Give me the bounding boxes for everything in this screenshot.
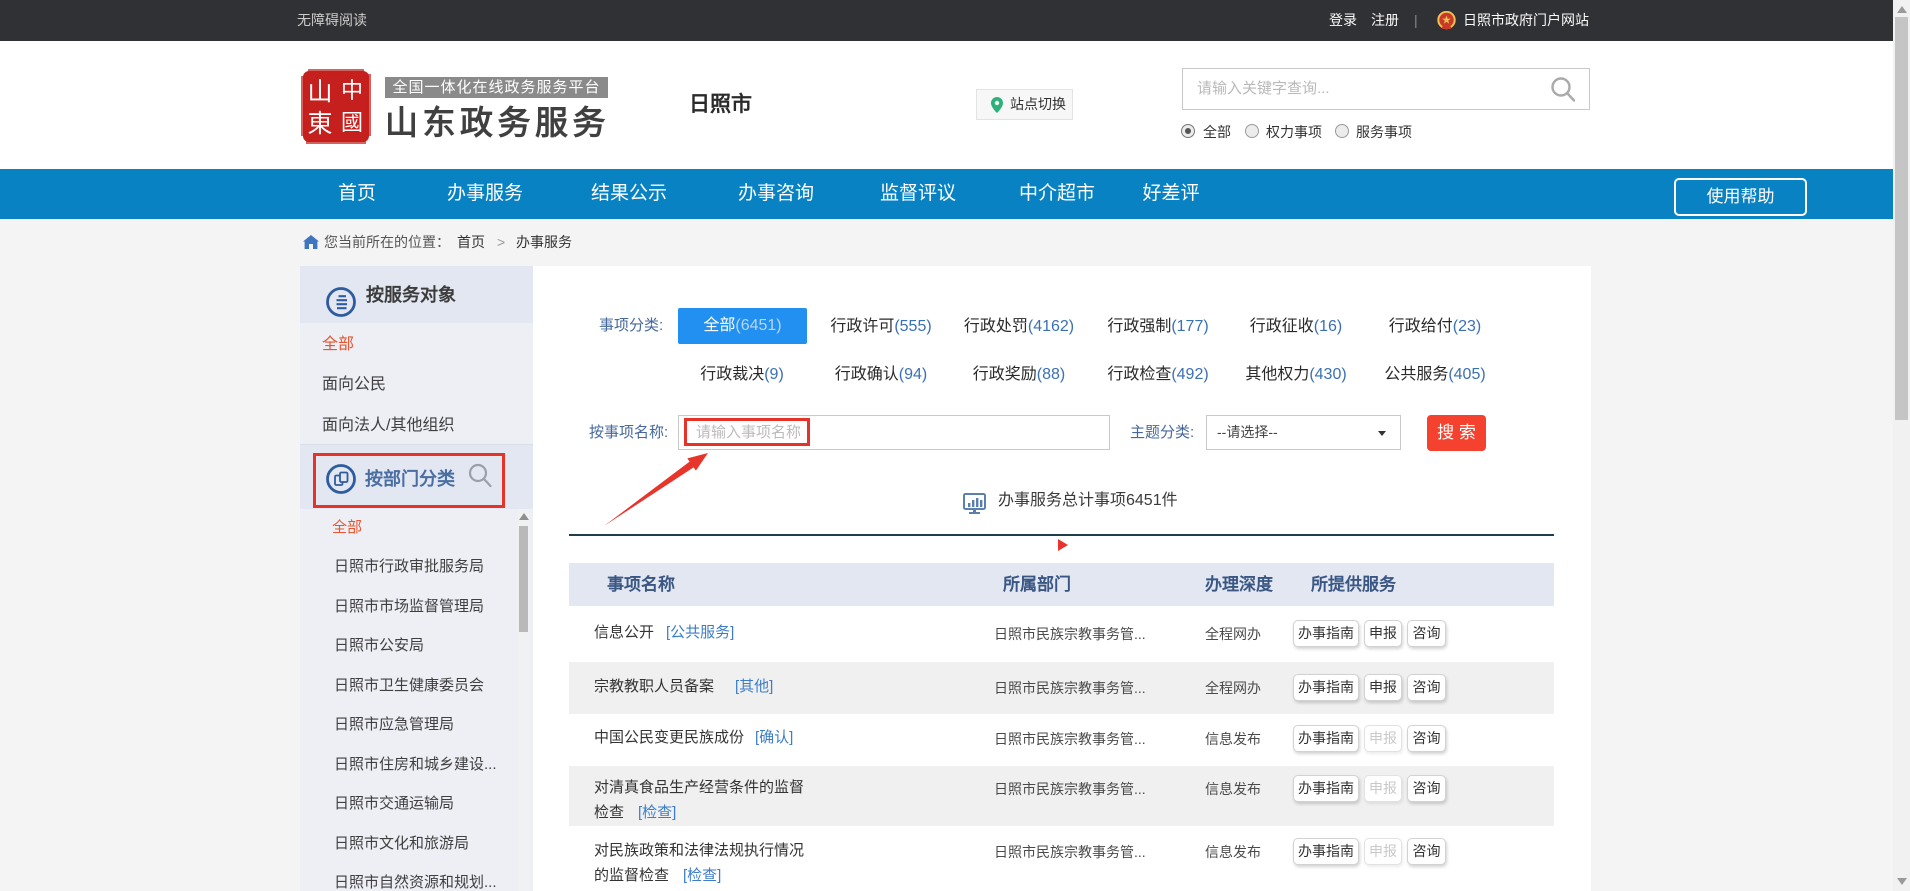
svg-text:東: 東 <box>307 110 332 138</box>
svg-text:山: 山 <box>307 78 332 106</box>
svg-text:中: 中 <box>341 78 363 103</box>
svg-text:國: 國 <box>341 110 363 135</box>
